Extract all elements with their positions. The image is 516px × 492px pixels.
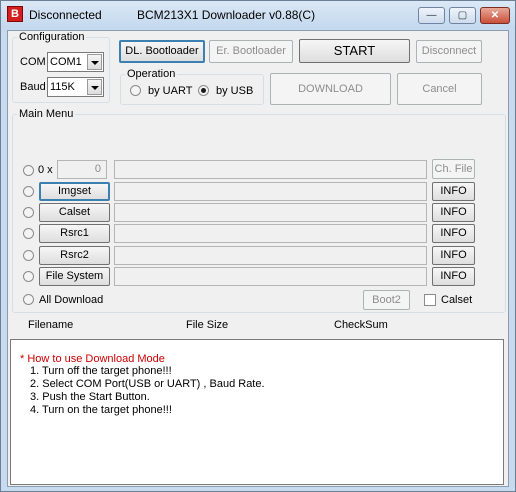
calset-button[interactable]: Calset (39, 203, 110, 222)
instruction-step: 1. Turn off the target phone!!! (30, 365, 172, 377)
instructions-heading: * How to use Download Mode (20, 353, 165, 365)
uart-radio-label[interactable]: by UART (148, 85, 192, 97)
file-path-field-rsrc2[interactable] (114, 246, 427, 265)
calset-checkbox[interactable] (424, 294, 436, 306)
calset-checkbox-label[interactable]: Calset (441, 294, 472, 306)
baud-label: Baud (20, 81, 46, 93)
file-system-button[interactable]: File System (39, 267, 110, 286)
instruction-step: 2. Select COM Port(USB or UART) , Baud R… (30, 378, 265, 390)
rsrc1-radio[interactable] (23, 228, 34, 239)
column-checksum[interactable]: CheckSum (334, 319, 388, 331)
usb-radio[interactable] (198, 85, 209, 96)
connection-status: Disconnected (29, 8, 102, 22)
dl-bootloader-button[interactable]: DL. Bootloader (119, 40, 205, 63)
main-panel: Configuration COM COM1 Baud 115K DL. Boo… (7, 30, 509, 487)
title-bar[interactable]: B Disconnected BCM213X1 Downloader v0.88… (1, 1, 515, 29)
disconnect-button[interactable]: Disconnect (416, 40, 482, 63)
window-title: BCM213X1 Downloader v0.88(C) (137, 8, 316, 22)
rsrc2-info-button[interactable]: INFO (432, 246, 475, 265)
er-bootloader-button[interactable]: Er. Bootloader (209, 40, 293, 63)
file-system-info-button[interactable]: INFO (432, 267, 475, 286)
all-download-radio[interactable] (23, 294, 34, 305)
column-filename[interactable]: Filename (28, 319, 73, 331)
app-logo-icon[interactable]: B (7, 6, 23, 22)
all-download-label[interactable]: All Download (39, 294, 103, 306)
rsrc1-button[interactable]: Rsrc1 (39, 224, 110, 243)
instruction-step: 4. Turn on the target phone!!! (30, 404, 172, 416)
download-button[interactable]: DOWNLOAD (270, 73, 391, 105)
imgset-info-button[interactable]: INFO (432, 182, 475, 201)
file-path-field-rsrc1[interactable] (114, 224, 427, 243)
column-file-size[interactable]: File Size (186, 319, 228, 331)
file-path-field-calset[interactable] (114, 203, 427, 222)
com-port-value: COM1 (50, 56, 82, 68)
file-system-radio[interactable] (23, 271, 34, 282)
count-radio[interactable] (23, 165, 34, 176)
start-button-label: START (333, 43, 376, 58)
chevron-down-icon[interactable] (87, 54, 102, 70)
com-label: COM (20, 56, 46, 68)
imgset-radio[interactable] (23, 186, 34, 197)
file-path-field-file-system[interactable] (114, 267, 427, 286)
calset-radio[interactable] (23, 207, 34, 218)
instruction-step: 3. Push the Start Button. (30, 391, 150, 403)
usb-radio-label[interactable]: by USB (216, 85, 253, 97)
start-button[interactable]: START (299, 39, 410, 63)
main-menu-legend: Main Menu (19, 108, 74, 120)
baud-rate-value: 115K (50, 81, 75, 93)
rsrc2-button[interactable]: Rsrc2 (39, 246, 110, 265)
cancel-button[interactable]: Cancel (397, 73, 482, 105)
maximize-button[interactable]: ▢ (449, 7, 476, 24)
boot2-button[interactable]: Boot2 (363, 290, 410, 310)
uart-radio[interactable] (130, 85, 141, 96)
file-table-header: Filename File Size CheckSum (8, 319, 508, 339)
chevron-down-icon[interactable] (87, 79, 102, 95)
close-button[interactable]: ✕ (480, 7, 510, 24)
count-field[interactable]: 0 (57, 160, 107, 179)
count-label: 0 x (38, 164, 53, 176)
operation-legend: Operation (127, 68, 176, 80)
calset-info-button[interactable]: INFO (432, 203, 475, 222)
imgset-button[interactable]: Imgset (39, 182, 110, 201)
instructions-log[interactable]: * How to use Download Mode 1. Turn off t… (10, 339, 504, 485)
minimize-button[interactable]: — (418, 7, 445, 24)
rsrc1-info-button[interactable]: INFO (432, 224, 475, 243)
baud-rate-select[interactable]: 115K (47, 77, 104, 97)
configuration-legend: Configuration (19, 31, 85, 43)
ch-file-button[interactable]: Ch. File (432, 159, 475, 179)
com-port-select[interactable]: COM1 (47, 52, 104, 72)
file-path-field-imgset[interactable] (114, 182, 427, 201)
rsrc2-radio[interactable] (23, 250, 34, 261)
app-window: B Disconnected BCM213X1 Downloader v0.88… (0, 0, 516, 492)
file-path-field-count[interactable] (114, 160, 427, 179)
